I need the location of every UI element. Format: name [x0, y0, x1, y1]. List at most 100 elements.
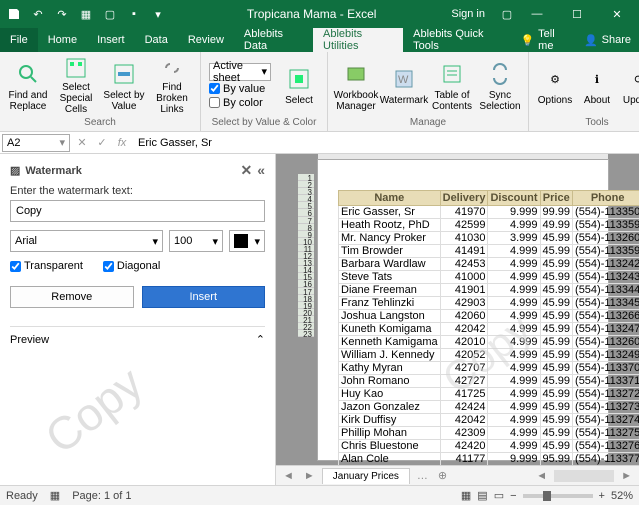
- group-label-search: Search: [6, 117, 194, 129]
- color-dropdown[interactable]: ▾: [229, 230, 265, 252]
- insert-button[interactable]: Insert: [142, 286, 266, 308]
- sign-in-link[interactable]: Sign in: [451, 8, 485, 20]
- spreadsheet-area[interactable]: 1234567891011121314151617181920212223 AB…: [276, 154, 639, 485]
- close-pane-icon[interactable]: ✕: [240, 162, 252, 179]
- col-header[interactable]: Price: [540, 191, 573, 206]
- view-layout-icon[interactable]: ▤: [477, 489, 487, 502]
- options-button[interactable]: ⚙Options: [535, 57, 575, 115]
- chevron-down-icon: ▾: [212, 235, 218, 248]
- table-row[interactable]: Huy Kao417254.99945.99(554)-113272: [339, 388, 639, 401]
- sync-selection-button[interactable]: Sync Selection: [478, 57, 522, 115]
- select-by-value-button[interactable]: Select by Value: [102, 57, 146, 115]
- window-title: Tropicana Mama - Excel: [172, 7, 451, 21]
- find-replace-button[interactable]: Find and Replace: [6, 57, 50, 115]
- scroll-right[interactable]: ►: [618, 470, 635, 482]
- menu-data[interactable]: Data: [135, 28, 178, 52]
- transparent-checkbox[interactable]: Transparent: [10, 260, 83, 272]
- select-button[interactable]: Select: [277, 57, 321, 115]
- row-headers[interactable]: 1234567891011121314151617181920212223: [298, 174, 314, 337]
- menu-home[interactable]: Home: [38, 28, 87, 52]
- size-dropdown[interactable]: 100▾: [169, 230, 223, 252]
- tab-nav-prev[interactable]: ◄: [280, 470, 297, 482]
- table-row[interactable]: Steve Tats410004.99945.99(554)-113243: [339, 271, 639, 284]
- collapse-pane-icon[interactable]: «: [257, 162, 265, 179]
- add-sheet-button[interactable]: ⊕: [435, 469, 450, 482]
- find-broken-links-button[interactable]: Find Broken Links: [150, 57, 194, 115]
- preview-section-toggle[interactable]: Preview⌃: [10, 326, 265, 346]
- svg-text:W: W: [398, 74, 409, 86]
- by-color-checkbox[interactable]: By color: [209, 97, 271, 109]
- table-row[interactable]: Eric Gasser, Sr419709.99999.99(554)-1133…: [339, 206, 639, 219]
- tab-nav-next[interactable]: ►: [301, 470, 318, 482]
- menu-ablebits-utilities[interactable]: Ablebits Utilities: [313, 28, 403, 52]
- redo-icon[interactable]: ↷: [54, 6, 70, 22]
- update-button[interactable]: ⟳Update: [619, 57, 639, 115]
- col-header[interactable]: Name: [339, 191, 441, 206]
- workbook-manager-button[interactable]: Workbook Manager: [334, 57, 378, 115]
- table-row[interactable]: Mr. Nancy Proker410303.99945.99(554)-113…: [339, 232, 639, 245]
- scope-dropdown[interactable]: Active sheet▾: [209, 63, 271, 81]
- quick-icon-2[interactable]: ▢: [102, 6, 118, 22]
- menu-ablebits-data[interactable]: Ablebits Data: [234, 28, 313, 52]
- formula-input[interactable]: Eric Gasser, Sr: [132, 137, 639, 149]
- chevron-down-icon: ▾: [59, 136, 65, 149]
- diagonal-checkbox[interactable]: Diagonal: [103, 260, 160, 272]
- select-special-button[interactable]: Select Special Cells: [54, 57, 98, 115]
- tell-me[interactable]: 💡Tell me: [512, 28, 575, 52]
- table-row[interactable]: Tim Browder414914.99945.99(554)-113359: [339, 245, 639, 258]
- watermark-text-input[interactable]: [10, 200, 265, 222]
- by-value-checkbox[interactable]: By value: [209, 83, 271, 95]
- ribbon-options-icon[interactable]: ▢: [499, 6, 515, 22]
- chevron-up-icon: ⌃: [256, 333, 265, 346]
- table-row[interactable]: Diane Freeman419014.99945.99(554)-113344: [339, 284, 639, 297]
- group-label-tools: Tools: [535, 117, 639, 129]
- quick-icon-3[interactable]: ▪: [126, 6, 142, 22]
- col-header[interactable]: Delivery: [440, 191, 488, 206]
- share-icon: 👤: [584, 34, 598, 47]
- fx-icon[interactable]: fx: [112, 134, 132, 152]
- view-normal-icon[interactable]: ▦: [461, 489, 471, 502]
- zoom-level[interactable]: 52%: [611, 490, 633, 502]
- menu-file[interactable]: File: [0, 28, 38, 52]
- undo-icon[interactable]: ↶: [30, 6, 46, 22]
- table-row[interactable]: Franz Tehlinzki429034.99945.99(554)-1133…: [339, 297, 639, 310]
- col-header[interactable]: Discount: [488, 191, 540, 206]
- table-row[interactable]: Alan Cole411779.99995.99(554)-113377: [339, 453, 639, 466]
- tab-nav-more[interactable]: …: [414, 470, 431, 482]
- save-icon[interactable]: [6, 6, 22, 22]
- watermark-button[interactable]: WWatermark: [382, 57, 426, 115]
- table-row[interactable]: Jazon Gonzalez424244.99945.99(554)-11327…: [339, 401, 639, 414]
- about-button[interactable]: ℹAbout: [579, 57, 615, 115]
- scroll-left[interactable]: ◄: [533, 470, 550, 482]
- share-button[interactable]: 👤Share: [576, 28, 639, 52]
- view-break-icon[interactable]: ▭: [494, 489, 504, 502]
- menu-review[interactable]: Review: [178, 28, 234, 52]
- table-row[interactable]: Phillip Mohan423094.99945.99(554)-113275: [339, 427, 639, 440]
- zoom-slider[interactable]: [523, 494, 593, 498]
- col-header[interactable]: Phone: [573, 191, 639, 206]
- font-dropdown[interactable]: Arial▾: [10, 230, 163, 252]
- minimize-button[interactable]: —: [519, 0, 555, 28]
- h-scrollbar[interactable]: [554, 470, 614, 482]
- chevron-down-icon[interactable]: ▾: [150, 6, 166, 22]
- close-button[interactable]: ✕: [599, 0, 635, 28]
- table-row[interactable]: Heath Rootz, PhD425994.99949.99(554)-113…: [339, 219, 639, 232]
- table-row[interactable]: Kirk Duffisy420424.99945.99(554)-113274: [339, 414, 639, 427]
- name-box[interactable]: A2▾: [2, 134, 70, 152]
- table-row[interactable]: Barbara Wardlaw424534.99945.99(554)-1132…: [339, 258, 639, 271]
- maximize-button[interactable]: ☐: [559, 0, 595, 28]
- remove-button[interactable]: Remove: [10, 286, 134, 308]
- menu-ablebits-quick[interactable]: Ablebits Quick Tools: [403, 28, 512, 52]
- sheet-tab[interactable]: January Prices: [322, 468, 410, 484]
- cancel-formula-icon[interactable]: ✕: [72, 134, 92, 152]
- accept-formula-icon[interactable]: ✓: [92, 134, 112, 152]
- table-row[interactable]: Chris Bluestone424204.99945.99(554)-1132…: [339, 440, 639, 453]
- menu-insert[interactable]: Insert: [87, 28, 135, 52]
- macro-icon[interactable]: ▦: [50, 489, 60, 502]
- formula-bar: A2▾ ✕ ✓ fx Eric Gasser, Sr: [0, 132, 639, 154]
- zoom-in-button[interactable]: +: [599, 490, 605, 502]
- chevron-down-icon: ▾: [254, 235, 260, 248]
- quick-icon[interactable]: ▦: [78, 6, 94, 22]
- toc-button[interactable]: Table of Contents: [430, 57, 474, 115]
- zoom-out-button[interactable]: −: [510, 490, 516, 502]
